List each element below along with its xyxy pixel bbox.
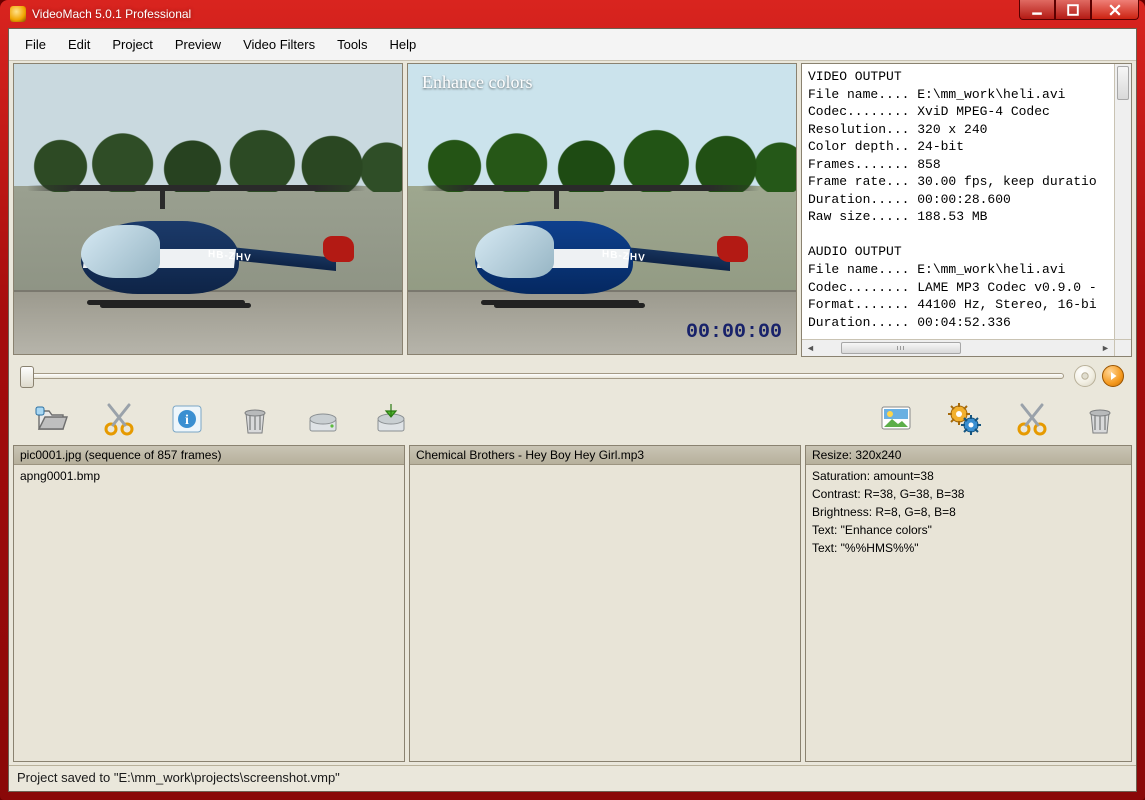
- helicopter-image: HB-ZHV: [45, 174, 348, 307]
- cut-scissors-icon[interactable]: [1012, 399, 1052, 439]
- info-horizontal-scrollbar[interactable]: ◄ ►: [802, 339, 1114, 356]
- svg-text:i: i: [185, 413, 189, 428]
- settings-gears-icon[interactable]: [944, 399, 984, 439]
- menu-preview[interactable]: Preview: [165, 33, 231, 56]
- cut-scissors-icon[interactable]: [99, 399, 139, 439]
- scroll-left-arrow-icon[interactable]: ◄: [802, 340, 819, 357]
- scroll-right-arrow-icon[interactable]: ►: [1097, 340, 1114, 357]
- list-item[interactable]: Saturation: amount=38: [806, 467, 1131, 485]
- export-disk-icon[interactable]: [371, 399, 411, 439]
- panel-filters-header[interactable]: Resize: 320x240: [806, 446, 1131, 465]
- status-text: Project saved to "E:\mm_work\projects\sc…: [17, 770, 340, 785]
- window-buttons: [1019, 0, 1139, 20]
- seek-slider[interactable]: [21, 373, 1064, 379]
- trash-icon[interactable]: [235, 399, 275, 439]
- window-frame: VideoMach 5.0.1 Professional File Edit P…: [0, 0, 1145, 800]
- open-file-icon[interactable]: [31, 399, 71, 439]
- play-button[interactable]: [1102, 365, 1124, 387]
- menu-bar: File Edit Project Preview Video Filters …: [9, 29, 1136, 61]
- close-button[interactable]: [1091, 0, 1139, 20]
- status-bar: Project saved to "E:\mm_work\projects\sc…: [9, 765, 1136, 791]
- list-item[interactable]: apng0001.bmp: [14, 467, 404, 485]
- window-title: VideoMach 5.0.1 Professional: [32, 7, 191, 21]
- preview-row: HB-ZHV HB-ZHV Enhance colors 00:00:00 VI…: [9, 61, 1136, 357]
- preview-output[interactable]: HB-ZHV Enhance colors 00:00:00: [407, 63, 797, 355]
- info-vertical-scrollbar[interactable]: [1114, 64, 1131, 339]
- toolbar-left: i: [31, 399, 411, 439]
- titlebar[interactable]: VideoMach 5.0.1 Professional: [8, 0, 1137, 28]
- output-info-panel: VIDEO OUTPUT File name.... E:\mm_work\he…: [801, 63, 1132, 357]
- panel-audio-list[interactable]: [410, 465, 800, 761]
- maximize-button[interactable]: [1055, 0, 1091, 20]
- list-item[interactable]: Text: "Enhance colors": [806, 521, 1131, 539]
- app-icon: [10, 6, 26, 22]
- record-button[interactable]: [1074, 365, 1096, 387]
- helicopter-image: HB-ZHV: [439, 174, 742, 307]
- menu-edit[interactable]: Edit: [58, 33, 100, 56]
- panel-filters: Resize: 320x240 Saturation: amount=38 Co…: [805, 445, 1132, 762]
- trash-icon[interactable]: [1080, 399, 1120, 439]
- panel-audio-header[interactable]: Chemical Brothers - Hey Boy Hey Girl.mp3: [410, 446, 800, 465]
- image-adjust-icon[interactable]: [876, 399, 916, 439]
- menu-project[interactable]: Project: [102, 33, 162, 56]
- overlay-text-enhance: Enhance colors: [422, 72, 532, 93]
- bottom-panels: pic0001.jpg (sequence of 857 frames) apn…: [9, 445, 1136, 762]
- client-area: File Edit Project Preview Video Filters …: [8, 28, 1137, 792]
- list-item[interactable]: Contrast: R=38, G=38, B=38: [806, 485, 1131, 503]
- menu-file[interactable]: File: [15, 33, 56, 56]
- panel-source-files: pic0001.jpg (sequence of 857 frames) apn…: [13, 445, 405, 762]
- list-item[interactable]: Text: "%%HMS%%": [806, 539, 1131, 557]
- panel-files-header[interactable]: pic0001.jpg (sequence of 857 frames): [14, 446, 404, 465]
- menu-help[interactable]: Help: [379, 33, 426, 56]
- panel-files-list[interactable]: apng0001.bmp: [14, 465, 404, 761]
- panel-filters-list[interactable]: Saturation: amount=38 Contrast: R=38, G=…: [806, 465, 1131, 761]
- output-info-text[interactable]: VIDEO OUTPUT File name.... E:\mm_work\he…: [802, 64, 1131, 335]
- list-item[interactable]: Brightness: R=8, G=8, B=8: [806, 503, 1131, 521]
- panel-audio-files: Chemical Brothers - Hey Boy Hey Girl.mp3: [409, 445, 801, 762]
- info-icon[interactable]: i: [167, 399, 207, 439]
- menu-video-filters[interactable]: Video Filters: [233, 33, 325, 56]
- seek-row: [9, 357, 1136, 393]
- preview-source[interactable]: HB-ZHV: [13, 63, 403, 355]
- seek-thumb[interactable]: [20, 366, 34, 388]
- toolbars: i: [9, 393, 1136, 445]
- menu-tools[interactable]: Tools: [327, 33, 377, 56]
- disk-icon[interactable]: [303, 399, 343, 439]
- toolbar-right: [876, 399, 1120, 439]
- minimize-button[interactable]: [1019, 0, 1055, 20]
- overlay-text-timecode: 00:00:00: [686, 321, 782, 344]
